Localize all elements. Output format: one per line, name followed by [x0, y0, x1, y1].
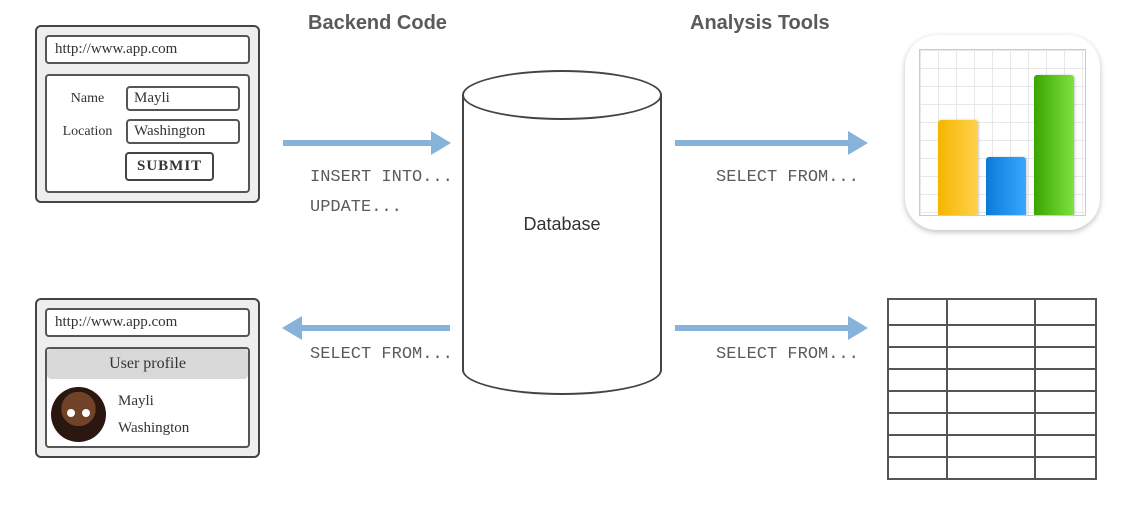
arrow-db-to-sheet [675, 325, 850, 331]
profile-name: Mayli [118, 388, 189, 415]
profile-text: Mayli Washington [118, 388, 189, 442]
location-row: Location Washington [55, 119, 240, 144]
chart-app-icon [905, 35, 1100, 230]
name-input[interactable]: Mayli [126, 86, 240, 111]
location-label: Location [55, 124, 120, 140]
table-row [888, 369, 1096, 391]
avatar-icon [51, 387, 106, 442]
database-top-ellipse [462, 70, 662, 120]
spreadsheet-icon [887, 298, 1097, 480]
arrow-db-to-chart [675, 140, 850, 146]
profile-header: User profile [47, 349, 248, 379]
profile-card: User profile Mayli Washington [45, 347, 250, 448]
arrow-form-to-db [283, 140, 433, 146]
address-bar[interactable]: http://www.app.com [45, 35, 250, 64]
arrow-db-to-profile [300, 325, 450, 331]
form-container: Name Mayli Location Washington SUBMIT [45, 74, 250, 193]
sql-insert-label: INSERT INTO... [310, 168, 453, 187]
analysis-tools-heading: Analysis Tools [690, 12, 830, 35]
table-row [888, 457, 1096, 479]
table-row [888, 413, 1096, 435]
location-input[interactable]: Washington [126, 119, 240, 144]
database-body: Database [462, 95, 662, 395]
database-label: Database [523, 214, 600, 235]
profile-location: Washington [118, 415, 189, 442]
sql-update-label: UPDATE... [310, 198, 402, 217]
table-row [888, 347, 1096, 369]
sql-select-right-bottom-label: SELECT FROM... [716, 345, 859, 364]
browser-window-form: http://www.app.com Name Mayli Location W… [35, 25, 260, 203]
name-row: Name Mayli [55, 86, 240, 111]
address-bar[interactable]: http://www.app.com [45, 308, 250, 337]
chart-grid [919, 49, 1086, 216]
table-row [888, 325, 1096, 347]
submit-button[interactable]: SUBMIT [125, 152, 214, 181]
database-cylinder: Database [462, 70, 662, 395]
bar-blue [986, 157, 1026, 215]
bar-green [1034, 75, 1074, 215]
bar-yellow [938, 120, 978, 215]
table-row [888, 391, 1096, 413]
name-label: Name [55, 91, 120, 107]
backend-code-heading: Backend Code [308, 12, 447, 35]
browser-window-profile: http://www.app.com User profile Mayli Wa… [35, 298, 260, 458]
sql-select-left-label: SELECT FROM... [310, 345, 453, 364]
table-row [888, 435, 1096, 457]
sql-select-right-top-label: SELECT FROM... [716, 168, 859, 187]
table-row [888, 299, 1096, 325]
